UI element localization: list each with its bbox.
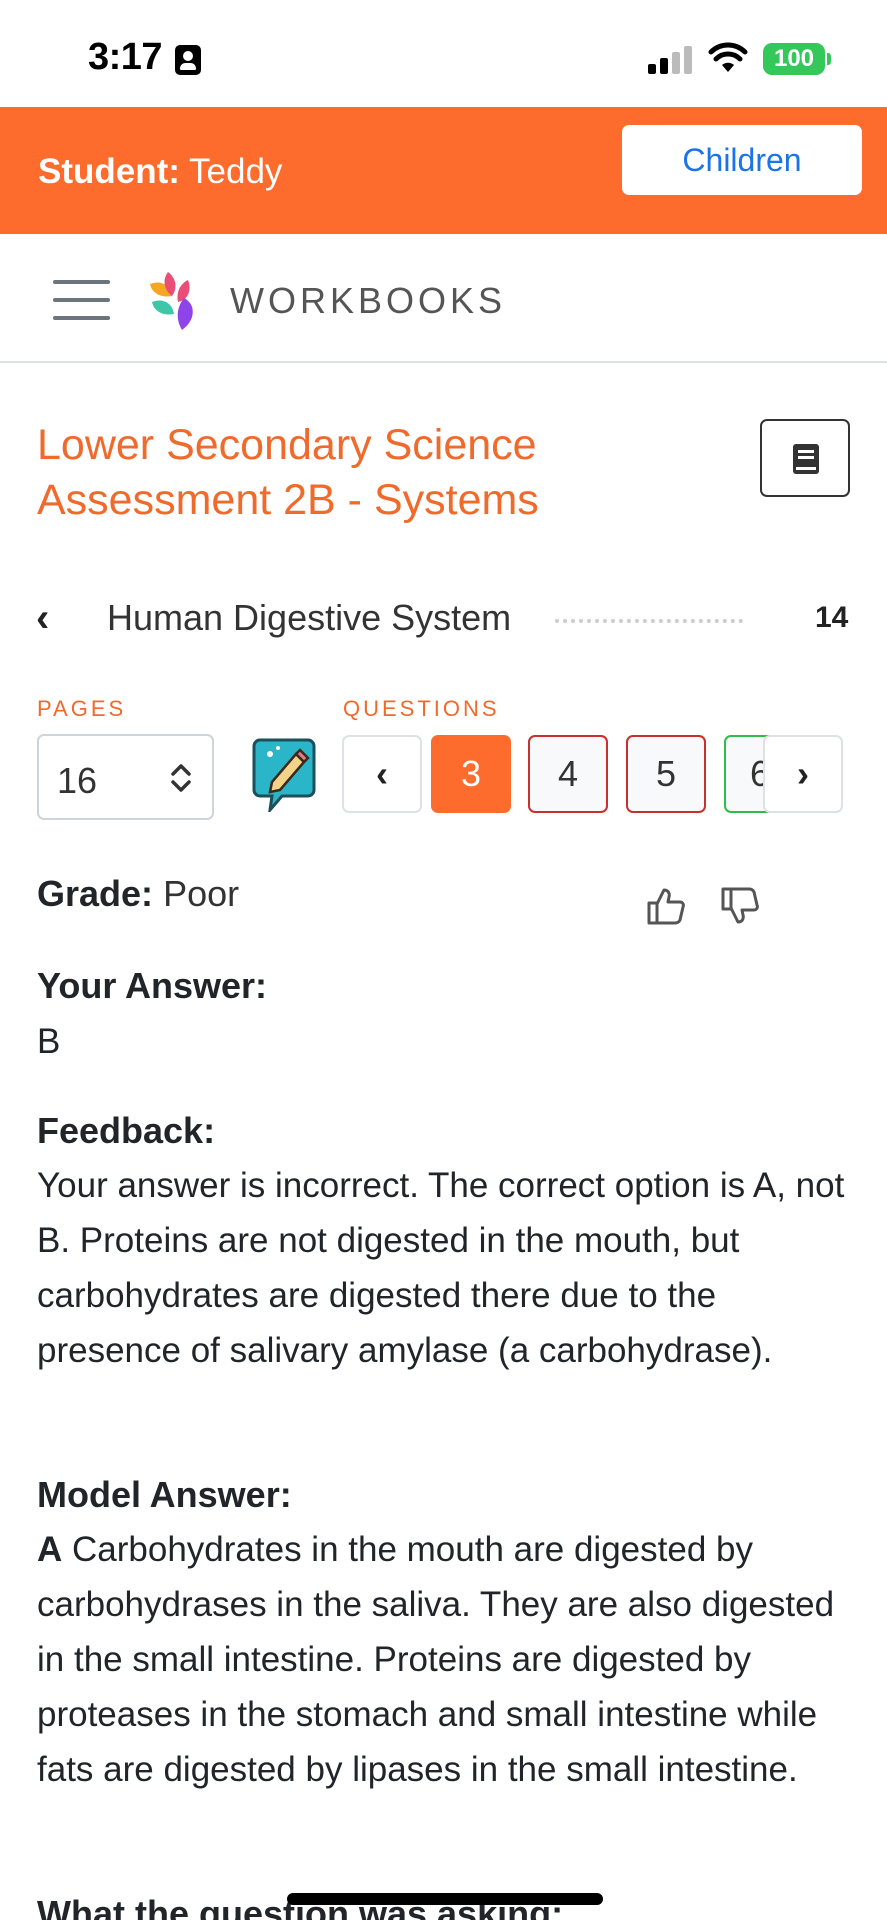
navbar: WORKBOOKS — [0, 234, 887, 363]
book-icon — [793, 444, 819, 474]
workbooks-logo[interactable] — [146, 270, 202, 334]
feedback-label: Feedback: — [37, 1110, 216, 1151]
model-answer-text: Carbohydrates in the mouth are digested … — [37, 1530, 835, 1789]
cellular-signal-icon — [648, 44, 692, 74]
grade-value: Poor — [163, 873, 240, 914]
select-updown-icon — [171, 764, 191, 792]
hamburger-menu-icon[interactable] — [53, 280, 110, 320]
model-answer: A Carbohydrates in the mouth are digeste… — [37, 1522, 847, 1797]
questions-prev-button[interactable]: ‹ — [342, 735, 422, 813]
grade: Grade: Poor — [37, 873, 239, 915]
question-button-4[interactable]: 4 — [528, 735, 608, 813]
battery-cap — [827, 53, 831, 65]
pages-select[interactable]: 16 — [37, 734, 214, 820]
grade-label: Grade: — [37, 873, 154, 914]
feedback-text: Your answer is incorrect. The correct op… — [37, 1166, 845, 1370]
chapter-progress-dots — [555, 619, 743, 623]
children-button[interactable]: Children — [622, 125, 862, 195]
status-time: 3:17 — [88, 36, 163, 78]
your-answer-value: B — [37, 1022, 61, 1061]
thumbs-up-icon[interactable] — [646, 886, 686, 926]
student-bar: Student: Teddy Children — [0, 107, 887, 234]
wifi-icon — [708, 42, 748, 72]
pages-label: PAGES — [37, 696, 127, 721]
model-answer-label: Model Answer: — [37, 1474, 292, 1515]
home-indicator[interactable] — [287, 1893, 603, 1905]
your-answer-label: Your Answer: — [37, 965, 268, 1006]
person-badge-icon — [175, 45, 201, 75]
status-bar: 3:17 100 — [0, 0, 887, 107]
workbook-contents-button[interactable] — [760, 419, 850, 497]
questions-label: QUESTIONS — [343, 696, 500, 721]
chapter-count: 14 — [815, 601, 849, 634]
thumbs-down-icon[interactable] — [720, 886, 760, 926]
chevron-left-icon[interactable]: ‹ — [36, 596, 49, 641]
student-info: Student: Teddy — [38, 152, 282, 192]
brand-name: WORKBOOKS — [230, 280, 507, 321]
workbook-title: Lower Secondary Science Assessment 2B - … — [37, 421, 539, 524]
question-button-5[interactable]: 5 — [626, 735, 706, 813]
model-answer-letter: A — [37, 1530, 63, 1569]
ai-pencil-icon[interactable] — [252, 736, 316, 812]
questions-next-button[interactable]: › — [763, 735, 843, 813]
battery-icon: 100 — [763, 43, 825, 75]
student-name: Teddy — [189, 152, 283, 191]
student-label: Student: — [38, 152, 180, 191]
question-button-3[interactable]: 3 — [431, 735, 511, 813]
chapter-title: Human Digestive System — [107, 597, 512, 638]
pages-select-value: 16 — [57, 760, 98, 801]
